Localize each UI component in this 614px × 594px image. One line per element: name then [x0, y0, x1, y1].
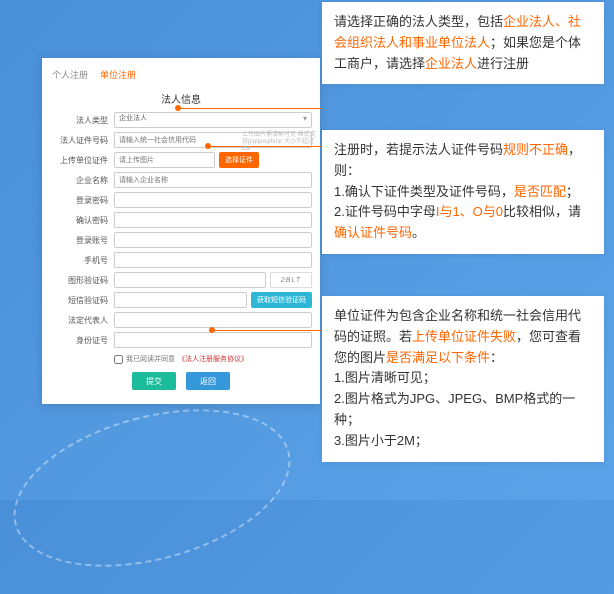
captcha-image[interactable]: 2BLT	[270, 272, 312, 288]
legal-type-select[interactable]: 企业法人	[114, 112, 312, 128]
row-pwd2: 确认密码	[42, 212, 320, 228]
sms-input[interactable]	[114, 292, 247, 308]
row-phone: 手机号	[42, 252, 320, 268]
row-legal: 法定代表人	[42, 312, 320, 328]
callout-line-3	[212, 330, 322, 331]
tab-personal[interactable]: 个人注册	[52, 68, 88, 81]
sms-button[interactable]: 获取短信验证码	[251, 292, 312, 308]
register-tabs: 个人注册 单位注册	[42, 64, 320, 83]
row-upload: 上传单位证件 选择证件	[42, 152, 320, 168]
registration-form-panel: 个人注册 单位注册 法人信息 法人类型 企业法人 法人证件号码 上传单位证件 选…	[42, 58, 320, 404]
row-idcard: 身份证号	[42, 332, 320, 348]
row-orgname: 企业名称	[42, 172, 320, 188]
row-legal-type: 法人类型 企业法人	[42, 112, 320, 128]
tab-org[interactable]: 单位注册	[100, 68, 136, 81]
help-box-2: 注册时，若提示法人证件号码规则不正确，则： 1.确认下证件类型及证件号码，是否匹…	[322, 130, 604, 254]
row-captcha: 图形验证码 2BLT	[42, 272, 320, 288]
inline-hint-upload: 上传图片需清晰可见 格式支持jpg/jpeg/bmp 大小不超过2M	[242, 132, 316, 154]
agree-checkbox[interactable]	[114, 355, 123, 364]
help-box-1: 请选择正确的法人类型，包括企业法人、社会组织法人和事业单位法人；如果您是个体工商…	[322, 2, 604, 84]
idcard-input[interactable]	[114, 332, 312, 348]
phone-input[interactable]	[114, 252, 312, 268]
mailbox-input[interactable]	[114, 232, 312, 248]
upload-input[interactable]	[114, 152, 215, 168]
row-mailbox: 登录账号	[42, 232, 320, 248]
orgname-input[interactable]	[114, 172, 312, 188]
agree-pretext: 我已阅读并同意	[126, 354, 175, 364]
upload-button[interactable]: 选择证件	[219, 152, 259, 168]
captcha-input[interactable]	[114, 272, 266, 288]
row-pwd: 登录密码	[42, 192, 320, 208]
agree-link[interactable]: 《法人注册服务协议》	[178, 354, 248, 364]
back-button[interactable]: 返回	[186, 372, 230, 390]
help-box-3: 单位证件为包含企业名称和统一社会信用代码的证照。若上传单位证件失败，您可查看您的…	[322, 296, 604, 462]
legal-input[interactable]	[114, 312, 312, 328]
callout-line-1	[178, 108, 322, 109]
agreement-row: 我已阅读并同意 《法人注册服务协议》	[42, 354, 320, 364]
pwd2-input[interactable]	[114, 212, 312, 228]
row-sms: 短信验证码 获取短信验证码	[42, 292, 320, 308]
submit-button[interactable]: 提交	[132, 372, 176, 390]
section-title: 法人信息	[42, 91, 320, 106]
pwd-input[interactable]	[114, 192, 312, 208]
